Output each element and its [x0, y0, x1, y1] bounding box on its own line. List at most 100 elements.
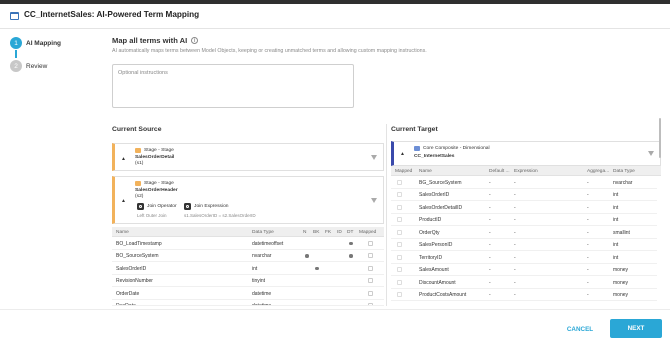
table-row[interactable]: TerritoryID - - - int [391, 251, 657, 264]
table-row[interactable]: SalesOrderID int [112, 262, 384, 275]
row-expression: - [514, 179, 516, 186]
row-data-type: nvarchar [613, 179, 633, 186]
mapped-indicator[interactable] [397, 192, 402, 197]
mapped-indicator[interactable] [397, 179, 402, 185]
row-default: - [489, 279, 491, 286]
target-scrollbar[interactable] [659, 118, 661, 158]
col-expression[interactable]: Expression [514, 169, 538, 174]
col-aggregation[interactable]: Aggrega... [587, 169, 609, 174]
fk-indicator [315, 266, 319, 270]
join-expression-icon [184, 203, 191, 210]
footer-divider [0, 309, 670, 310]
table-row[interactable]: ProductID - - - int [391, 214, 657, 226]
join-expression[interactable]: Join Expression s1.SalesOrderID = s2.Sal… [184, 203, 256, 218]
col-name[interactable]: Name [419, 169, 432, 174]
mapped-indicator[interactable] [397, 279, 402, 285]
col-data-type[interactable]: Data Type [613, 169, 635, 174]
row-default: - [489, 254, 491, 261]
filter-icon[interactable] [648, 151, 654, 156]
col-default[interactable]: Default ... [489, 169, 510, 174]
row-data-type: int [613, 192, 619, 198]
row-data-type: smallint [613, 229, 630, 236]
table-row[interactable]: SalesOrderID - - - int [391, 189, 657, 201]
row-name: OrderQty [419, 229, 440, 236]
mapped-indicator[interactable] [397, 229, 402, 235]
term-mapping-dialog: CC_InternetSales: AI-Powered Term Mappin… [0, 4, 670, 343]
row-data-type: int [613, 204, 619, 211]
table-row[interactable]: DiscountAmount - - - money [391, 276, 657, 289]
row-name: SalesOrderID [419, 192, 450, 198]
row-name: BO_SourceSystem [116, 253, 159, 259]
mapped-checkbox[interactable] [368, 265, 373, 271]
row-data-type: datetime [252, 303, 272, 306]
col-mapped[interactable]: Mapped [395, 169, 412, 174]
row-default: - [489, 267, 491, 273]
row-expression: - [514, 254, 516, 261]
table-row[interactable]: SalesPersonID - - - int [391, 239, 657, 251]
source-object-card[interactable]: ▲ Stage - Stage SalesOrderDetail (s1) [112, 143, 384, 171]
table-row[interactable]: BG_SourceSystem - - - nvarchar [391, 176, 657, 189]
dialog-title: CC_InternetSales: AI-Powered Term Mappin… [24, 10, 200, 19]
row-name: BG_SourceSystem [419, 179, 462, 186]
table-row[interactable]: ProductCostsAmount - - - money [391, 289, 657, 301]
join-operator[interactable]: Join Operator Left Outer Join [137, 203, 177, 218]
step-ai-mapping[interactable]: 1 AI Mapping [10, 37, 61, 49]
mapped-indicator[interactable] [397, 292, 402, 297]
filter-icon[interactable] [371, 155, 377, 160]
row-data-type: money [613, 267, 629, 273]
mapped-checkbox[interactable] [368, 290, 373, 296]
mapped-indicator[interactable] [397, 254, 402, 260]
collapse-icon[interactable]: ▲ [121, 156, 126, 162]
col-data-type[interactable]: Data Type [252, 230, 274, 235]
mapped-indicator[interactable] [397, 204, 402, 210]
row-name: DueDate [116, 303, 136, 306]
instructions-input[interactable] [112, 64, 354, 108]
table-icon [135, 148, 141, 153]
row-name: SalesAmount [419, 267, 449, 273]
table-row[interactable]: RevisionNumber tinyint [112, 275, 384, 287]
mapped-checkbox[interactable] [368, 278, 373, 283]
next-button[interactable]: NEXT [610, 319, 662, 338]
collapse-icon[interactable]: ▲ [121, 198, 126, 204]
col-n[interactable]: N [303, 230, 306, 235]
mapped-indicator[interactable] [397, 267, 402, 272]
col-bk[interactable]: BK [313, 230, 319, 235]
mapped-checkbox[interactable] [368, 240, 373, 246]
source-object-card[interactable]: ▲ Stage - Stage SalesOrderHeader (s2) Jo… [112, 176, 384, 224]
table-row[interactable]: DueDate datetime [112, 300, 384, 306]
col-dt[interactable]: DT [347, 230, 353, 235]
row-aggregation: - [587, 229, 589, 236]
table-row[interactable]: OrderDate datetime [112, 287, 384, 300]
join-operator-icon [137, 203, 144, 210]
row-data-type: datetime [252, 290, 272, 297]
filter-icon[interactable] [371, 198, 377, 203]
col-name[interactable]: Name [116, 230, 129, 235]
mapped-checkbox[interactable] [368, 303, 373, 306]
current-source-title: Current Source [112, 126, 162, 133]
table-row[interactable]: BO_SourceSystem nvarchar [112, 250, 384, 262]
col-mapped[interactable]: Mapped [359, 230, 376, 235]
dt-indicator [349, 254, 353, 258]
row-expression: - [514, 192, 516, 198]
table-row[interactable]: SalesOrderDetailID - - - int [391, 201, 657, 214]
mapped-indicator[interactable] [397, 217, 402, 222]
info-icon[interactable]: i [191, 37, 199, 44]
target-object-card[interactable]: ▲ Core Composite - Dimensional CC_Intern… [391, 141, 661, 166]
table-row[interactable]: BO_LoadTimestamp datetimeoffset [112, 237, 384, 250]
mapped-checkbox[interactable] [368, 253, 373, 258]
source-stage-label: Stage - Stage [144, 181, 174, 186]
step-review[interactable]: 2 Review [10, 60, 47, 72]
map-section-title-text: Map all terms with AI [112, 36, 188, 45]
table-row[interactable]: SalesAmount - - - money [391, 264, 657, 276]
table-row[interactable]: OrderQty - - - smallint [391, 226, 657, 239]
table-icon [414, 146, 420, 151]
cancel-button[interactable]: CANCEL [563, 322, 597, 336]
row-expression: - [514, 204, 516, 211]
mapped-indicator[interactable] [397, 242, 402, 247]
row-default: - [489, 292, 491, 298]
col-id[interactable]: ID [337, 230, 342, 235]
col-fk[interactable]: FK [325, 230, 331, 235]
target-object-name: CC_InternetSales [414, 154, 455, 159]
row-name: BO_LoadTimestamp [116, 240, 162, 247]
collapse-icon[interactable]: ▲ [400, 151, 405, 157]
